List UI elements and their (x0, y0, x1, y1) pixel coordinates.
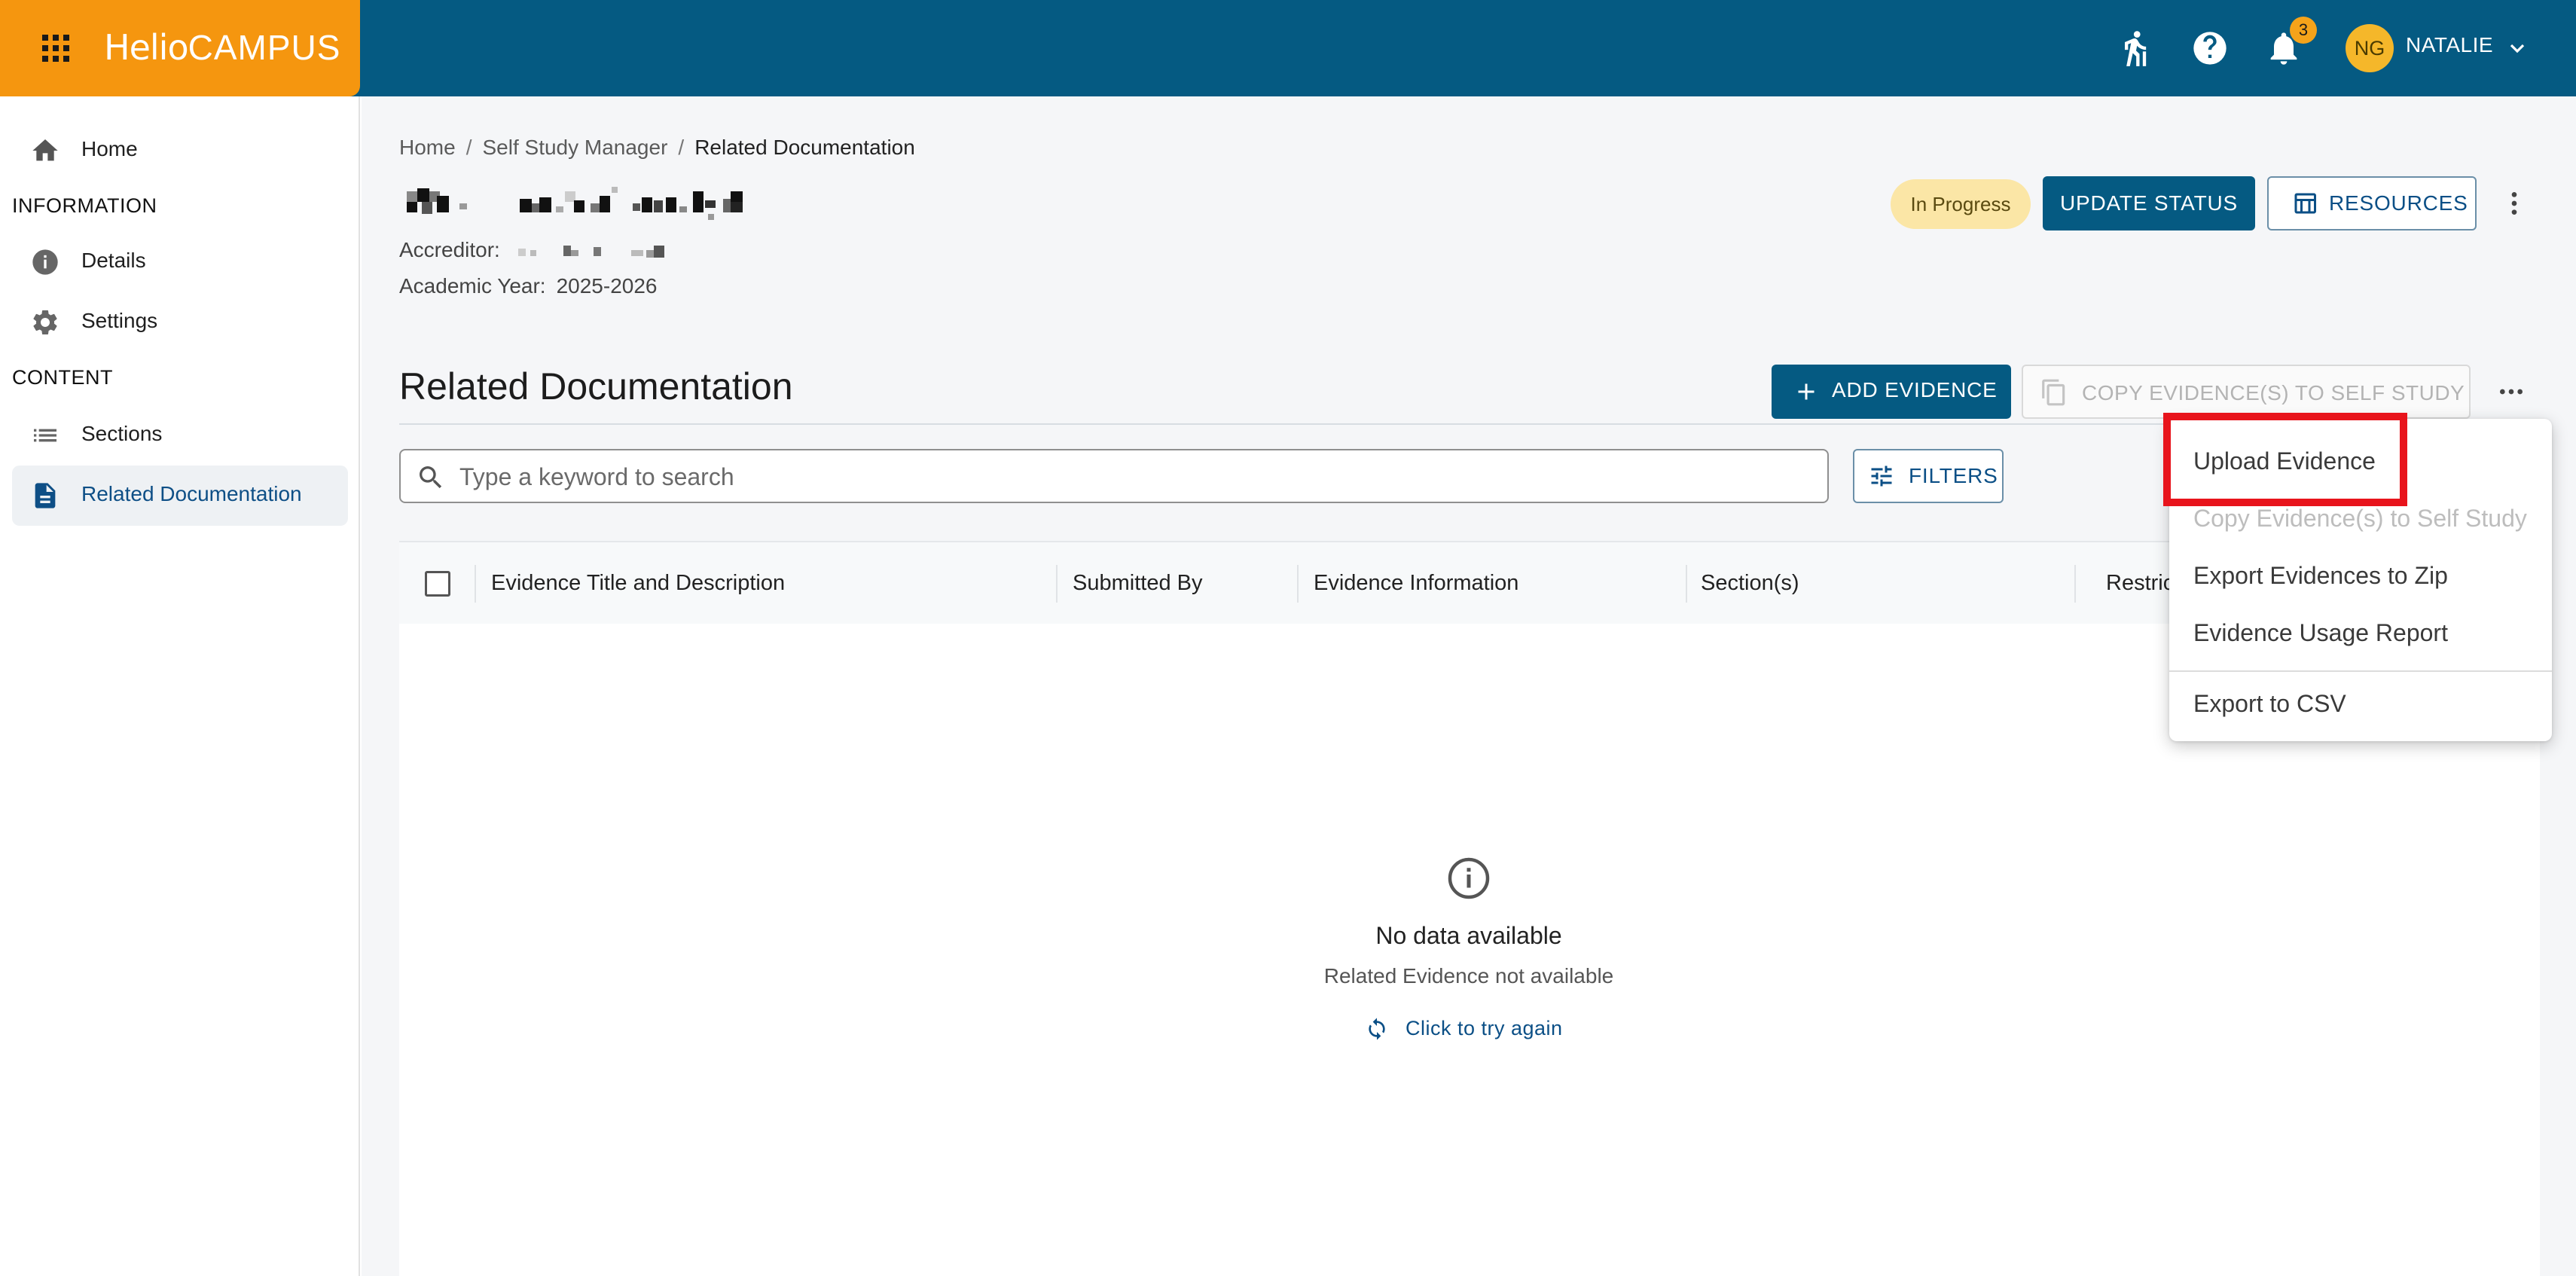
column-header-evidence-info[interactable]: Evidence Information (1314, 571, 1518, 596)
sidebar-item-label: Sections (81, 422, 163, 445)
copy-evidence-button[interactable]: COPY EVIDENCE(S) TO SELF STUDY (2022, 365, 2471, 419)
academic-year-value: 2025-2026 (556, 274, 658, 298)
menu-item-upload-evidence[interactable]: Upload Evidence (2169, 434, 2552, 491)
search-input[interactable] (459, 459, 1808, 494)
menu-item-usage-report[interactable]: Evidence Usage Report (2169, 606, 2552, 663)
resources-button-label: RESOURCES (2329, 191, 2468, 215)
document-icon (30, 481, 60, 511)
menu-item-copy-evidence: Copy Evidence(s) to Self Study (2193, 505, 2527, 532)
academic-year-label: Academic Year: (399, 274, 546, 298)
redacted-study-title (407, 181, 874, 229)
update-status-button[interactable]: UPDATE STATUS (2043, 176, 2255, 230)
sidebar-item-label: Settings (81, 309, 158, 332)
sidebar: Home INFORMATION Details Settings CONTEN… (0, 96, 360, 1276)
add-evidence-label: ADD EVIDENCE (1832, 378, 1998, 401)
breadcrumb-separator: / (678, 136, 685, 159)
filters-button[interactable]: FILTERS (1853, 449, 2004, 503)
sidebar-section-content: CONTENT (12, 366, 113, 389)
search-icon (416, 462, 446, 493)
empty-state-title: No data available (1375, 922, 1562, 949)
status-badge: In Progress (1891, 179, 2031, 229)
academic-year-row: Academic Year: 2025-2026 (399, 274, 657, 298)
copy-icon (2040, 378, 2068, 407)
accreditor-label: Accreditor: (399, 238, 500, 261)
more-horizontal-icon[interactable] (2496, 377, 2526, 407)
more-actions-menu: Upload Evidence Copy Evidence(s) to Self… (2169, 419, 2552, 741)
gear-icon (30, 307, 60, 337)
column-header-restricted[interactable]: Restric (2106, 571, 2174, 596)
notification-count-badge: 3 (2290, 17, 2317, 44)
more-options-icon[interactable] (2499, 188, 2529, 218)
redacted-accreditor-value (518, 243, 707, 262)
breadcrumb: Home / Self Study Manager / Related Document… (399, 136, 915, 160)
retry-label: Click to try again (1406, 1017, 1563, 1039)
chevron-down-icon[interactable] (2505, 36, 2529, 60)
help-icon[interactable] (2190, 29, 2230, 68)
breadcrumb-separator: / (465, 136, 472, 159)
page-title: Related Documentation (399, 365, 793, 408)
plus-icon (1793, 378, 1820, 405)
breadcrumb-self-study-link[interactable]: Self Study Manager (482, 136, 667, 159)
list-icon (30, 420, 60, 450)
top-navigation-bar (0, 0, 2576, 96)
resources-button[interactable]: RESOURCES (2267, 176, 2477, 230)
column-header-title[interactable]: Evidence Title and Description (491, 571, 785, 596)
sidebar-item-label: Related Documentation (81, 482, 302, 505)
heliocampus-logo[interactable]: HelioCAMPUS (104, 23, 340, 72)
column-divider (2074, 565, 2076, 603)
column-divider (475, 565, 476, 603)
select-all-checkbox[interactable] (425, 571, 450, 597)
sidebar-item-home[interactable]: Home (12, 121, 348, 181)
sidebar-item-label: Home (81, 137, 138, 160)
breadcrumb-home-link[interactable]: Home (399, 136, 456, 159)
filters-label: FILTERS (1909, 464, 1998, 487)
menu-item-export-csv[interactable]: Export to CSV (2169, 676, 2552, 734)
sidebar-item-label: Details (81, 249, 146, 272)
walkthrough-icon[interactable] (2115, 29, 2154, 68)
menu-divider (2169, 670, 2552, 672)
sidebar-section-information: INFORMATION (12, 194, 157, 217)
home-icon (30, 136, 60, 166)
column-divider (1297, 565, 1299, 603)
user-avatar[interactable]: NG (2346, 24, 2394, 72)
column-header-submitted-by[interactable]: Submitted By (1073, 571, 1202, 596)
tune-icon (1868, 462, 1895, 490)
menu-item-export-zip[interactable]: Export Evidences to Zip (2169, 548, 2552, 606)
breadcrumb-current: Related Documentation (694, 136, 915, 159)
column-header-sections[interactable]: Section(s) (1701, 571, 1799, 596)
brand-block: HelioCAMPUS (0, 0, 360, 96)
info-icon (30, 247, 60, 277)
search-box (399, 449, 1829, 503)
accreditor-row: Accreditor: (399, 238, 500, 262)
column-divider (1056, 565, 1058, 603)
column-divider (1686, 565, 1687, 603)
apps-grid-icon[interactable] (42, 35, 69, 62)
refresh-icon (1365, 1017, 1389, 1041)
info-outline-icon (1446, 856, 1491, 901)
empty-state-subtitle: Related Evidence not available (1323, 964, 1614, 988)
table-chart-icon (2291, 190, 2318, 217)
sidebar-item-sections[interactable]: Sections (12, 405, 348, 466)
copy-evidence-label: COPY EVIDENCE(S) TO SELF STUDY (2082, 381, 2465, 404)
sidebar-item-settings[interactable]: Settings (12, 292, 348, 353)
sidebar-item-details[interactable]: Details (12, 232, 348, 292)
sidebar-item-related-documentation[interactable]: Related Documentation (12, 466, 348, 526)
user-name[interactable]: NATALIE (2406, 33, 2493, 57)
add-evidence-button[interactable]: ADD EVIDENCE (1772, 365, 2011, 419)
